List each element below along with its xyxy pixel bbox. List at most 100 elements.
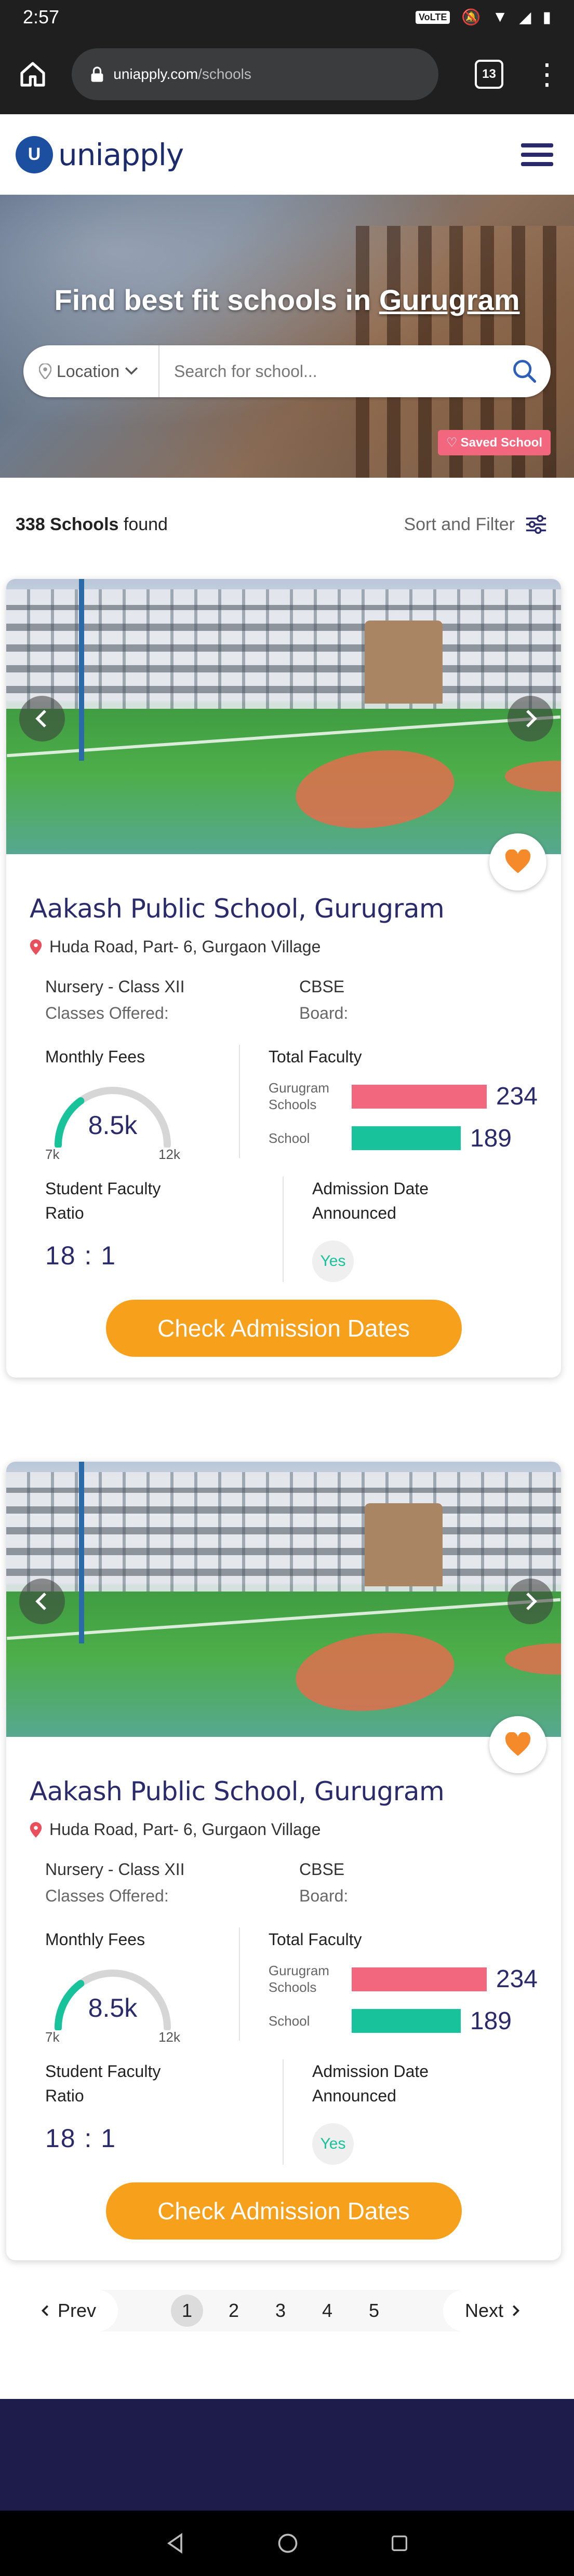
sports-court — [283, 1633, 468, 1711]
board-label: Board: — [299, 1886, 349, 1905]
school-card[interactable]: Aakash Public School, Gurugram Huda Road… — [6, 1462, 561, 2261]
classes-value: Nursery - Class XII — [45, 1860, 185, 1879]
status-bar: 2:57 VoLTE 🔕 ▼ ◢ ▮ — [0, 0, 574, 34]
ratio-value: 18 : 1 — [45, 2124, 117, 2153]
results-count: 338 Schools found — [16, 515, 168, 535]
court-line — [7, 715, 560, 758]
court-line — [7, 1598, 560, 1640]
gurugram-faculty-value: 234 — [496, 1083, 538, 1111]
fees-value: 8.5k — [88, 1993, 138, 2023]
basketball-pole — [79, 1462, 84, 1643]
carousel-prev-button[interactable] — [19, 1579, 65, 1624]
building-gate — [365, 1503, 443, 1586]
school-faculty-bar — [351, 1126, 461, 1151]
chevron-right-icon — [526, 710, 537, 727]
gurugram-schools-label: Gurugram Schools — [268, 1963, 329, 1995]
gurugram-faculty-value: 234 — [496, 1965, 538, 1993]
school-stats: Monthly Fees 8.5k 7k 12k Total Faculty G… — [30, 1045, 538, 1162]
school-stats: Monthly Fees 8.5k 7k 12k Total Faculty G… — [30, 1927, 538, 2045]
home-icon — [20, 62, 45, 87]
sort-filter-button[interactable]: Sort and Filter — [404, 512, 548, 536]
location-label: Location — [57, 361, 119, 381]
chevron-down-icon — [125, 367, 138, 375]
school-card[interactable]: Aakash Public School, Gurugram Huda Road… — [6, 579, 561, 1378]
home-circle-icon[interactable] — [276, 2532, 299, 2555]
classes-offered: Nursery - Class XII Classes Offered: — [30, 977, 284, 1023]
board-value: CBSE — [299, 977, 345, 996]
school-image-carousel[interactable] — [6, 1462, 561, 1737]
school-search-input[interactable] — [159, 345, 499, 397]
results-bar: 338 Schools found Sort and Filter — [0, 478, 574, 571]
hero-city-link[interactable]: Gurugram — [379, 284, 520, 316]
page-number-1[interactable]: 1 — [171, 2295, 203, 2327]
page-number-4[interactable]: 4 — [311, 2295, 343, 2327]
status-time: 2:57 — [23, 6, 60, 28]
hamburger-menu-icon[interactable] — [521, 143, 553, 166]
sports-court-secondary — [505, 1643, 561, 1675]
carousel-prev-button[interactable] — [19, 696, 65, 741]
recents-icon[interactable] — [389, 2533, 410, 2554]
signal-icon: ◢ — [519, 8, 531, 26]
fees-gauge: 8.5k 7k 12k — [45, 1080, 180, 1162]
location-pin-icon — [30, 1822, 42, 1838]
admission-stat: Admission Date Announced Yes — [284, 2059, 538, 2165]
school-faculty-bar — [351, 2009, 461, 2033]
faculty-row-gurugram: Gurugram Schools 234 — [269, 1080, 538, 1112]
heart-outline-icon: ♡ — [446, 436, 458, 450]
page-number-5[interactable]: 5 — [358, 2295, 390, 2327]
carousel-next-button[interactable] — [508, 1579, 553, 1624]
next-page-button[interactable]: Next — [443, 2290, 543, 2331]
total-faculty-label: Total Faculty — [268, 1047, 362, 1066]
school-faculty-label: School — [268, 2013, 310, 2029]
school-name[interactable]: Aakash Public School, Gurugram — [30, 1776, 538, 1806]
school-image-carousel[interactable] — [6, 579, 561, 854]
board-value: CBSE — [299, 1860, 345, 1879]
school-address-text: Huda Road, Part- 6, Gurgaon Village — [49, 937, 321, 956]
favorite-button[interactable] — [489, 1716, 546, 1773]
school-address-text: Huda Road, Part- 6, Gurgaon Village — [49, 1820, 321, 1839]
gurugram-faculty-bar — [351, 1967, 487, 1991]
check-admission-dates-button[interactable]: Check Admission Dates — [105, 2182, 462, 2240]
search-icon — [513, 360, 537, 383]
school-info-grid: Nursery - Class XII Classes Offered: CBS… — [30, 977, 538, 1023]
total-faculty-label: Total Faculty — [268, 1930, 362, 1949]
page-number-3[interactable]: 3 — [264, 2295, 297, 2327]
faculty-row-gurugram: Gurugram Schools 234 — [269, 1963, 538, 1995]
prev-page-button[interactable]: Prev — [18, 2290, 118, 2331]
gurugram-faculty-bar — [351, 1084, 487, 1109]
battery-icon: ▮ — [542, 8, 551, 26]
logo-text: uniapply — [58, 137, 184, 172]
site-logo[interactable]: U uniapply — [16, 136, 184, 173]
location-dropdown[interactable]: Location — [23, 345, 159, 397]
ratio-label: Student Faculty Ratio — [45, 2062, 161, 2105]
basketball-pole — [79, 579, 84, 761]
monthly-fees-label: Monthly Fees — [45, 1930, 145, 1949]
mute-icon: 🔕 — [461, 8, 481, 26]
school-card-body: Aakash Public School, Gurugram Huda Road… — [6, 1737, 561, 2260]
chevron-right-icon — [513, 2305, 520, 2316]
school-name[interactable]: Aakash Public School, Gurugram — [30, 894, 538, 924]
next-label: Next — [464, 2300, 503, 2321]
search-button[interactable] — [499, 358, 551, 385]
board-info: CBSE Board: — [284, 977, 538, 1023]
tab-switcher-button[interactable]: 13 — [475, 60, 503, 89]
hero-banner: Find best fit schools in Gurugram Locati… — [0, 195, 574, 478]
classes-label: Classes Offered: — [45, 1886, 169, 1905]
fees-max: 12k — [158, 2029, 180, 2045]
gurugram-schools-label: Gurugram Schools — [268, 1080, 329, 1112]
favorite-button[interactable] — [489, 833, 546, 891]
building-windows — [6, 1488, 561, 1576]
home-button[interactable] — [12, 53, 53, 95]
browser-menu-button[interactable]: ⋮ — [532, 60, 562, 89]
address-bar[interactable]: uniapply.com/schools — [72, 48, 439, 100]
filter-sliders-icon — [526, 515, 546, 534]
admission-stat: Admission Date Announced Yes — [284, 1177, 538, 1283]
check-admission-dates-button[interactable]: Check Admission Dates — [105, 1300, 462, 1357]
page-number-2[interactable]: 2 — [218, 2295, 250, 2327]
total-faculty-stat: Total Faculty Gurugram Schools 234 Schoo… — [240, 1927, 538, 2041]
url-path: /schools — [198, 66, 251, 82]
back-icon[interactable] — [164, 2532, 187, 2555]
building-gate — [365, 621, 443, 704]
saved-school-button[interactable]: ♡ Saved School — [438, 430, 551, 455]
carousel-next-button[interactable] — [508, 696, 553, 741]
